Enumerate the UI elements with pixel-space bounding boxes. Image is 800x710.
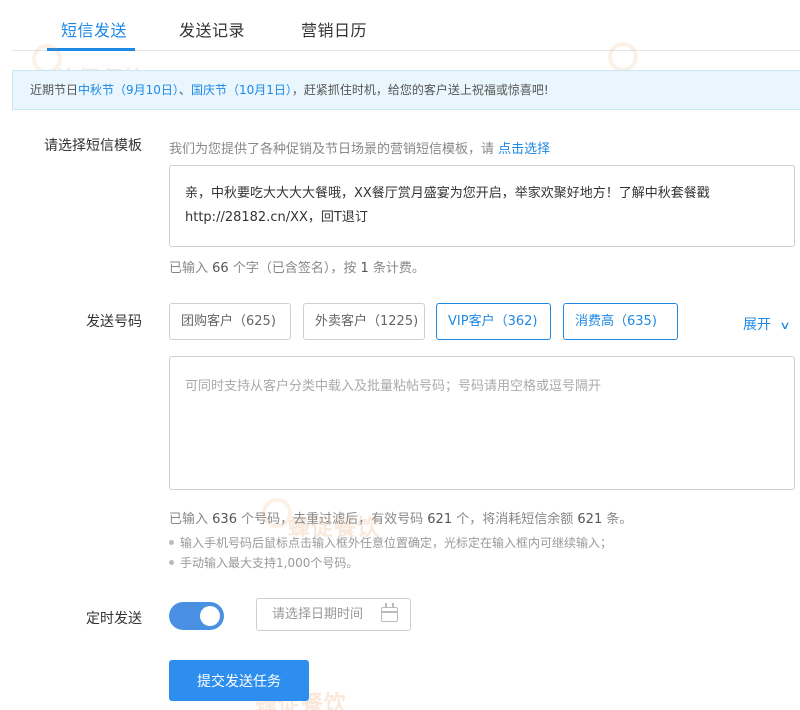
toggle-knob xyxy=(200,606,220,626)
bullet-icon xyxy=(169,540,174,545)
schedule-label: 定时发送 xyxy=(86,611,142,627)
tab-bar: 短信发送 发送记录 营销日历 xyxy=(12,0,800,51)
expand-groups-button[interactable]: 展开 ∨ xyxy=(743,314,791,334)
stats-text-d: 条。 xyxy=(606,512,633,527)
tip-item: 手动输入最大支持1,000个号码。 xyxy=(169,553,612,573)
char-count-prefix: 已输入 xyxy=(169,261,209,276)
char-count-suffix: 条计费。 xyxy=(372,261,425,276)
holiday-notice: 近期节日中秋节（9月10日）、国庆节（10月1日），赶紧抓住时机，给您的客户送上… xyxy=(12,70,800,110)
template-hint-text: 我们为您提供了各种促销及节日场景的营销短信模板，请 xyxy=(169,142,495,157)
submit-task-button[interactable]: 提交发送任务 xyxy=(169,660,309,701)
notice-suffix: ，赶紧抓住时机，给您的客户送上祝福或惊喜吧! xyxy=(291,83,549,97)
number-stats: 已输入 636 个号码，去重过滤后，有效号码 621 个，将消耗短信余额 621… xyxy=(169,508,632,527)
input-tips: 输入手机号码后鼠标点击输入框外任意位置确定，光标定在输入框内可继续输入； 手动输… xyxy=(169,533,612,573)
sms-content-input[interactable]: 亲，中秋要吃大大大大餐哦，XX餐厅赏月盛宴为您开启，举家欢聚好地方！了解中秋套餐… xyxy=(169,165,795,247)
active-tab-indicator xyxy=(47,48,135,51)
stats-cost-count: 621 xyxy=(577,512,603,527)
tip-text: 手动输入最大支持1,000个号码。 xyxy=(180,556,359,570)
template-hint: 我们为您提供了各种促销及节日场景的营销短信模板，请 点击选择 xyxy=(169,138,550,157)
notice-prefix: 近期节日 xyxy=(30,83,79,97)
group-chip-high-spend[interactable]: 消费高（635) xyxy=(563,303,678,340)
char-count-value: 66 xyxy=(212,261,229,276)
notice-holiday-mid-autumn[interactable]: 中秋节（9月10日） xyxy=(78,83,179,97)
message-count-value: 1 xyxy=(360,261,369,276)
tab-sms-send[interactable]: 短信发送 xyxy=(61,17,127,41)
expand-label: 展开 xyxy=(743,317,771,333)
schedule-toggle[interactable] xyxy=(169,602,224,630)
group-chip-vip[interactable]: VIP客户（362) xyxy=(436,303,551,340)
stats-valid-count: 621 xyxy=(427,512,453,527)
template-label: 请选择短信模板 xyxy=(44,138,142,154)
stats-text-a: 已输入 xyxy=(169,512,209,527)
bullet-icon xyxy=(169,560,174,565)
datetime-picker-input[interactable]: 请选择日期时间 xyxy=(256,598,411,631)
char-count: 已输入 66 个字（已含签名），按 1 条计费。 xyxy=(169,257,425,276)
stats-text-b: 个号码，去重过滤后，有效号码 xyxy=(241,512,424,527)
calendar-icon xyxy=(381,603,398,622)
tab-send-records[interactable]: 发送记录 xyxy=(179,17,245,41)
group-chip-groupbuy[interactable]: 团购客户（625) xyxy=(169,303,291,340)
tip-item: 输入手机号码后鼠标点击输入框外任意位置确定，光标定在输入框内可继续输入； xyxy=(169,533,612,553)
stats-input-count: 636 xyxy=(212,512,237,527)
numbers-label: 发送号码 xyxy=(86,314,142,330)
choose-template-link[interactable]: 点击选择 xyxy=(498,142,550,157)
group-chip-takeout[interactable]: 外卖客户（1225) xyxy=(303,303,425,340)
notice-holiday-national-day[interactable]: 国庆节（10月1日） xyxy=(191,83,292,97)
stats-text-c: 个，将消耗短信余额 xyxy=(456,512,574,527)
tab-marketing-calendar[interactable]: 营销日历 xyxy=(301,17,367,41)
tip-text: 输入手机号码后鼠标点击输入框外任意位置确定，光标定在输入框内可继续输入； xyxy=(180,536,613,550)
datetime-placeholder: 请选择日期时间 xyxy=(272,607,364,622)
phone-numbers-input[interactable]: 可同时支持从客户分类中载入及批量粘帖号码；号码请用空格或逗号隔开 xyxy=(169,356,795,490)
chevron-down-icon: ∨ xyxy=(779,319,791,332)
notice-separator: 、 xyxy=(178,83,191,97)
char-count-mid: 个字（已含签名），按 xyxy=(232,261,357,276)
